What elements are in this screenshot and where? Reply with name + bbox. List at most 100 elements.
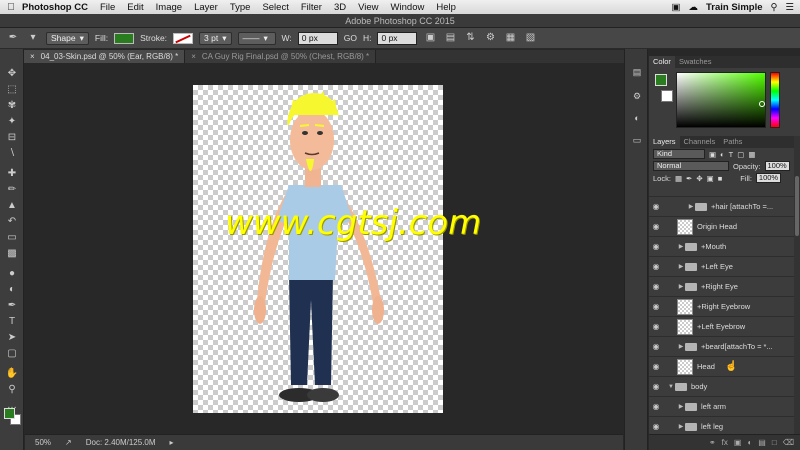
layer-row[interactable]: ◉ ▶ +Right Eye: [649, 276, 800, 296]
dodge-tool-icon[interactable]: ◐: [5, 283, 19, 297]
adjustments-panel-icon[interactable]: ◐: [630, 111, 644, 125]
width-field[interactable]: 0 px: [297, 31, 338, 45]
color-picker-field[interactable]: [676, 72, 766, 128]
layer-row[interactable]: ◉ ▶ +hair [attachTo =...: [649, 196, 800, 216]
tab-paths[interactable]: Paths: [719, 136, 746, 148]
lock-artboard-icon[interactable]: ▣: [707, 174, 714, 183]
trash-icon[interactable]: ⌫: [783, 438, 794, 447]
layer-row[interactable]: ◉ ▶ +Mouth: [649, 236, 800, 256]
tab-layers[interactable]: Layers: [649, 136, 680, 148]
blend-mode-select[interactable]: Normal: [653, 161, 729, 171]
filter-type-icon[interactable]: T: [729, 150, 734, 159]
mask-icon[interactable]: ▣: [734, 438, 742, 447]
eraser-tool-icon[interactable]: ▭: [5, 231, 19, 245]
libraries-panel-icon[interactable]: ▭: [630, 133, 644, 147]
layer-row[interactable]: ◉ ▶ left leg: [649, 416, 800, 436]
visibility-eye-icon[interactable]: ◉: [649, 282, 663, 291]
crop-tool-icon[interactable]: ⊟: [5, 131, 19, 145]
layer-row[interactable]: ◉ +Left Eyebrow: [649, 316, 800, 336]
layer-row[interactable]: ◉ ▶ +beard[attachTo = *...: [649, 336, 800, 356]
visibility-eye-icon[interactable]: ◉: [649, 402, 663, 411]
menu-help[interactable]: Help: [436, 2, 456, 13]
visibility-eye-icon[interactable]: ◉: [649, 362, 663, 371]
tab-swatches[interactable]: Swatches: [675, 56, 716, 68]
new-group-icon[interactable]: ▤: [758, 438, 766, 447]
lock-all-icon[interactable]: ■: [718, 174, 723, 183]
layer-row[interactable]: ◉ ▶ +Left Eye: [649, 256, 800, 276]
shape-tool-icon[interactable]: ▢: [5, 347, 19, 361]
lock-transparent-icon[interactable]: ▦: [675, 174, 682, 183]
zoom-tool-icon[interactable]: ⚲: [5, 383, 19, 397]
list-icon[interactable]: ☰: [785, 2, 794, 13]
layer-thumbnail[interactable]: [677, 298, 693, 315]
menu-file[interactable]: File: [100, 2, 115, 13]
visibility-eye-icon[interactable]: ◉: [649, 382, 663, 391]
gradient-tool-icon[interactable]: ▩: [5, 247, 19, 261]
visibility-eye-icon[interactable]: ◉: [649, 302, 663, 311]
lock-image-icon[interactable]: ✒: [686, 174, 692, 183]
stroke-type-select[interactable]: —— ▾: [237, 31, 276, 45]
close-icon[interactable]: ×: [30, 50, 35, 63]
mode-select[interactable]: Shape ▾: [46, 31, 89, 45]
gear-icon[interactable]: ⚙: [483, 31, 497, 45]
expand-arrow-icon[interactable]: ▶: [677, 283, 685, 290]
path-operations-icon[interactable]: ▣: [423, 31, 437, 45]
share-icon[interactable]: ↗: [65, 438, 72, 447]
hue-slider[interactable]: [770, 72, 780, 128]
healing-brush-tool-icon[interactable]: ✚: [5, 167, 19, 181]
brush-tool-icon[interactable]: ✏: [5, 183, 19, 197]
expand-arrow-icon[interactable]: ▶: [677, 423, 685, 430]
stroke-swatch[interactable]: [173, 32, 194, 44]
move-tool-icon[interactable]: ✥: [5, 67, 19, 81]
panel-background-swatch[interactable]: [661, 90, 673, 102]
expand-arrow-icon[interactable]: ▶: [677, 243, 685, 250]
menu-layer[interactable]: Layer: [194, 2, 218, 13]
menu-3d[interactable]: 3D: [334, 2, 346, 13]
layer-row[interactable]: ◉ Head ☝: [649, 356, 800, 376]
close-icon[interactable]: ×: [191, 50, 196, 63]
visibility-eye-icon[interactable]: ◉: [649, 242, 663, 251]
fill-field[interactable]: 100%: [755, 173, 782, 183]
kind-filter-select[interactable]: Kind: [653, 149, 705, 159]
layer-row[interactable]: ◉ Origin Head: [649, 216, 800, 236]
chevron-down-icon[interactable]: ▾: [26, 31, 40, 45]
path-selection-tool-icon[interactable]: ➤: [5, 331, 19, 345]
menu-window[interactable]: Window: [391, 2, 425, 13]
pen-tool-icon[interactable]: ✒: [6, 31, 20, 45]
fill-swatch[interactable]: [114, 32, 135, 44]
visibility-eye-icon[interactable]: ◉: [649, 222, 663, 231]
expand-arrow-icon[interactable]: ▶: [687, 203, 695, 210]
layer-row[interactable]: ◉ ▶ left arm: [649, 396, 800, 416]
menu-app-name[interactable]: Photoshop CC: [22, 2, 88, 13]
layer-thumbnail[interactable]: [677, 358, 693, 375]
visibility-eye-icon[interactable]: ◉: [649, 262, 663, 271]
visibility-eye-icon[interactable]: ◉: [649, 422, 663, 431]
filter-adjust-icon[interactable]: ◐: [720, 150, 725, 159]
tab-channels[interactable]: Channels: [680, 136, 720, 148]
new-layer-icon[interactable]: □: [772, 438, 777, 447]
align-edges-icon[interactable]: ▦: [503, 31, 517, 45]
filter-smart-icon[interactable]: ▦: [748, 150, 755, 159]
scroll-thumb[interactable]: [795, 176, 799, 236]
menu-type[interactable]: Type: [230, 2, 251, 13]
eyedropper-tool-icon[interactable]: ∖: [5, 147, 19, 161]
tab-color[interactable]: Color: [649, 56, 675, 68]
blur-tool-icon[interactable]: ●: [5, 267, 19, 281]
apple-icon[interactable]: : [0, 2, 22, 13]
height-field[interactable]: 0 px: [377, 31, 418, 45]
adjustment-layer-icon[interactable]: ◐: [747, 438, 752, 447]
tab-document-1[interactable]: × 04_03-Skin.psd @ 50% (Ear, RGB/8) *: [24, 50, 186, 63]
link-layers-icon[interactable]: ⚭: [709, 438, 716, 447]
layer-row[interactable]: ◉ ▼ body: [649, 376, 800, 396]
canvas-area[interactable]: www.cgtsj.com: [25, 63, 623, 434]
properties-panel-icon[interactable]: ⚙: [630, 89, 644, 103]
expand-arrow-icon[interactable]: ▼: [667, 384, 675, 390]
path-alignment-icon[interactable]: ▤: [443, 31, 457, 45]
cloud-icon[interactable]: ☁: [689, 2, 699, 13]
menu-edit[interactable]: Edit: [127, 2, 143, 13]
search-icon[interactable]: ⚲: [771, 2, 778, 13]
menu-filter[interactable]: Filter: [301, 2, 322, 13]
expand-arrow-icon[interactable]: ▶: [677, 343, 685, 350]
marquee-tool-icon[interactable]: ⬚: [5, 83, 19, 97]
type-tool-icon[interactable]: T: [5, 315, 19, 329]
